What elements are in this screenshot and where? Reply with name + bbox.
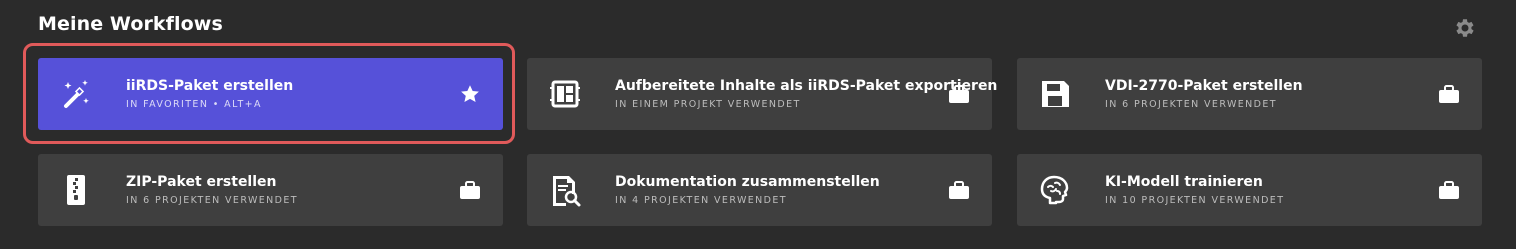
- briefcase-icon[interactable]: [948, 180, 970, 200]
- page-title: Meine Workflows: [38, 13, 223, 35]
- workflow-subtitle: IN FAVORITEN • ALT+A: [126, 99, 262, 110]
- workflow-title: Dokumentation zusammenstellen: [615, 174, 880, 190]
- brain-icon: [1037, 172, 1073, 208]
- workflow-title: ZIP-Paket erstellen: [126, 174, 277, 190]
- workflow-subtitle: IN 10 PROJEKTEN VERWENDET: [1105, 195, 1285, 206]
- document-search-icon: [547, 172, 583, 208]
- workflow-card-export-iirds[interactable]: Aufbereitete Inhalte als iiRDS-Paket exp…: [527, 58, 997, 130]
- workflow-card-vdi-2770[interactable]: VDI-2770-Paket erstellen IN 6 PROJEKTEN …: [1017, 58, 1482, 130]
- briefcase-icon[interactable]: [948, 84, 970, 104]
- briefcase-icon[interactable]: [459, 180, 481, 200]
- workflow-title: KI-Modell trainieren: [1105, 174, 1263, 190]
- briefcase-icon[interactable]: [1438, 84, 1460, 104]
- workflow-subtitle: IN EINEM PROJEKT VERWENDET: [615, 99, 801, 110]
- floppy-disk-icon: [1037, 76, 1073, 112]
- star-icon[interactable]: [459, 84, 481, 104]
- workflow-title: iiRDS-Paket erstellen: [126, 78, 294, 94]
- gear-icon[interactable]: [1452, 16, 1476, 40]
- briefcase-icon[interactable]: [1438, 180, 1460, 200]
- workflow-card-dokumentation[interactable]: Dokumentation zusammenstellen IN 4 PROJE…: [527, 154, 992, 226]
- zip-file-icon: [58, 172, 94, 208]
- layout-panel-icon: [547, 76, 583, 112]
- workflow-card-iirds-paket[interactable]: iiRDS-Paket erstellen IN FAVORITEN • ALT…: [38, 58, 503, 130]
- magic-wand-icon: [58, 76, 94, 112]
- workflow-subtitle: IN 4 PROJEKTEN VERWENDET: [615, 195, 787, 206]
- workflow-subtitle: IN 6 PROJEKTEN VERWENDET: [1105, 99, 1277, 110]
- workflow-subtitle: IN 6 PROJEKTEN VERWENDET: [126, 195, 298, 206]
- workflow-card-zip-paket[interactable]: ZIP-Paket erstellen IN 6 PROJEKTEN VERWE…: [38, 154, 503, 226]
- workflow-title: Aufbereitete Inhalte als iiRDS-Paket exp…: [615, 78, 998, 94]
- workflow-card-ki-modell[interactable]: KI-Modell trainieren IN 10 PROJEKTEN VER…: [1017, 154, 1482, 226]
- workflow-title: VDI-2770-Paket erstellen: [1105, 78, 1303, 94]
